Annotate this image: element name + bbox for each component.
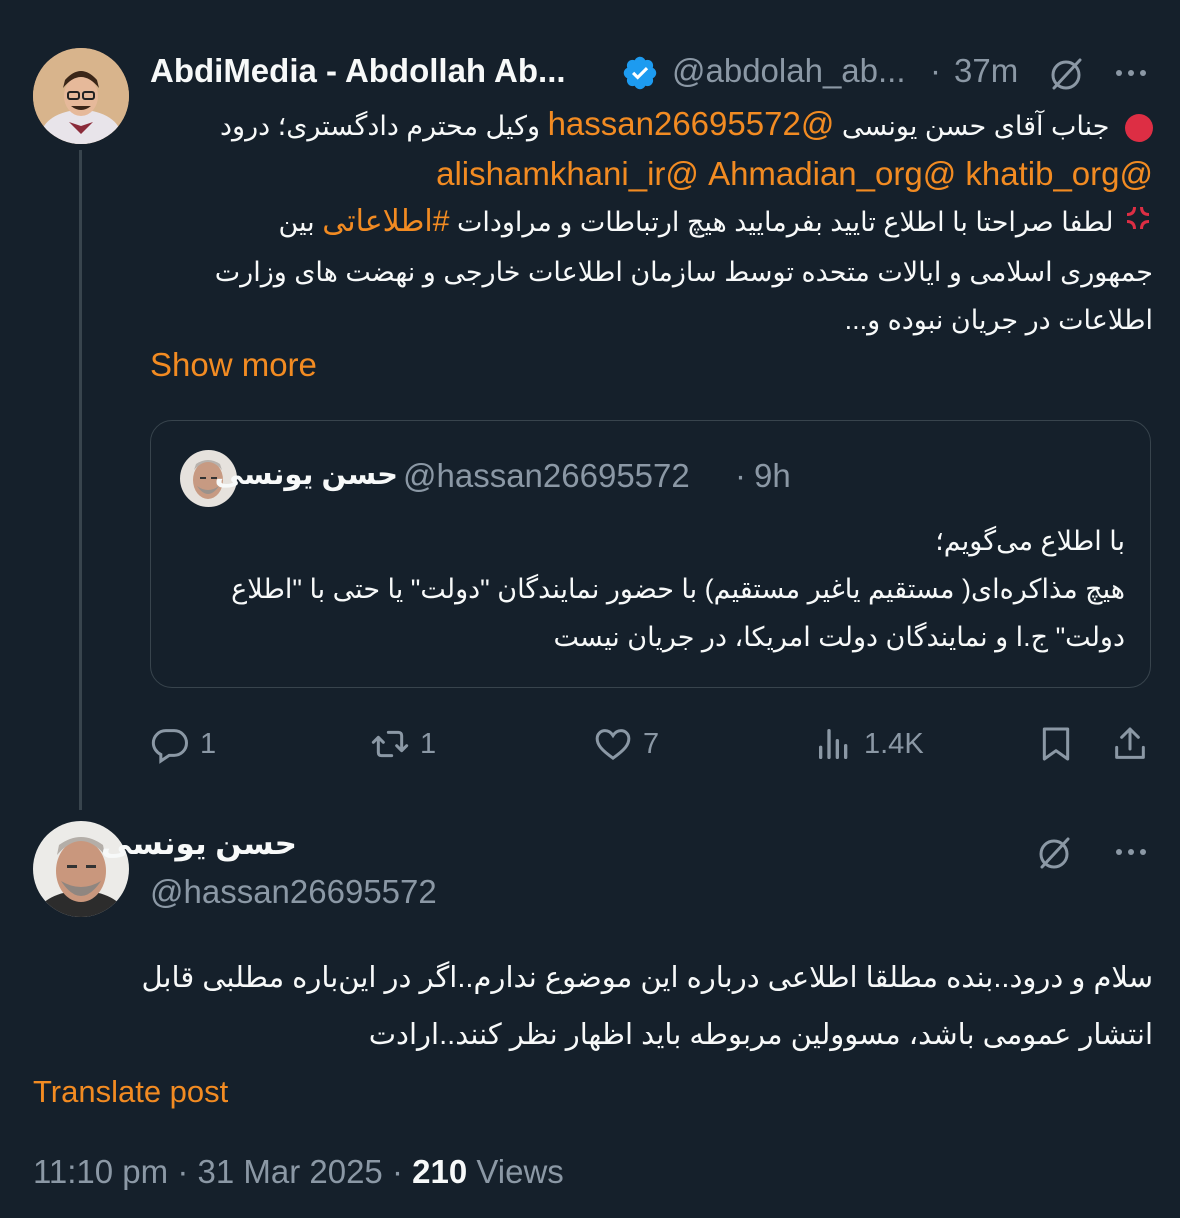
reply-count: 1	[200, 727, 217, 760]
views-label: Views	[476, 1153, 564, 1190]
separator-dot: ·	[735, 457, 746, 494]
views-button[interactable]: 1.4K	[814, 724, 924, 764]
views-count: 1.4K	[864, 727, 924, 760]
body-text-segment: بین	[278, 207, 315, 237]
hashtag-link[interactable]: #اطلاعاتی	[322, 205, 449, 238]
analytics-icon	[819, 729, 848, 759]
bookmark-button[interactable]	[1036, 724, 1076, 764]
mention-link[interactable]: @khatib_org	[965, 155, 1153, 192]
separator-dot: ·	[391, 1153, 403, 1190]
quoted-time: 9h	[754, 457, 791, 494]
anger-symbol-icon	[1123, 200, 1153, 248]
red-circle-icon	[1125, 113, 1153, 142]
bookmark-icon	[1042, 727, 1070, 761]
repost-icon	[371, 730, 409, 758]
quoted-line-3: دولت" ج.ا و نمایندگان دولت امریکا، در جر…	[553, 622, 1125, 652]
body-line-4: جمهوری اسلامی و ایالات متحده توسط سازمان…	[214, 256, 1153, 287]
more-icon[interactable]	[1111, 837, 1151, 867]
quoted-line-1: با اطلاع می‌گویم؛	[935, 526, 1125, 556]
body-line-3: لطفا صراحتا با اطلاع تایید بفرمایید هیچ …	[150, 198, 1153, 248]
quoted-tweet-card[interactable]: حسن یونسی @hassan26695572 · 9h با اطلاع …	[150, 420, 1151, 688]
repost-count: 1	[420, 727, 437, 760]
share-button[interactable]	[1110, 724, 1150, 764]
heart-icon	[595, 729, 631, 761]
translate-post-link[interactable]: Translate post	[33, 1074, 228, 1110]
quoted-body: با اطلاع می‌گویم؛ هیچ مذاکره‌ای( مستقیم …	[179, 517, 1125, 661]
body-line-5: اطلاعات در جریان نبوده و...	[844, 304, 1153, 335]
reply-button[interactable]: 1	[150, 724, 216, 764]
tweet-date[interactable]: 31 Mar 2025	[198, 1153, 383, 1190]
tweet-meta: 11:10 pm · 31 Mar 2025 · 210 Views	[33, 1153, 564, 1191]
share-icon	[1115, 727, 1145, 759]
author-name[interactable]: AbdiMedia - Abdollah Ab...	[150, 52, 566, 90]
mentions-line: @khatib_org @Ahmadian_org @alishamkhani_…	[150, 150, 1153, 198]
author-handle[interactable]: @hassan26695572	[150, 873, 437, 911]
body-line-1: سلام و درود..بنده مطلقا اطلاعی درباره ای…	[141, 962, 1153, 994]
separator-dot: ·	[177, 1153, 189, 1190]
body-line-2: انتشار عمومی باشد، مسوولین مربوطه باید ا…	[368, 1019, 1153, 1051]
tweet-body: جناب آقای حسن یونسی @hassan26695572 وکیل…	[150, 100, 1153, 344]
tweet-time[interactable]: 11:10 pm	[33, 1153, 168, 1190]
repost-button[interactable]: 1	[370, 724, 436, 764]
reply-icon	[151, 729, 189, 764]
body-text-segment: وکیل محترم دادگستری؛ درود	[220, 111, 541, 141]
like-count: 7	[643, 727, 660, 760]
mention-link[interactable]: @hassan26695572	[548, 105, 835, 142]
body-text-segment: جناب آقای حسن یونسی	[841, 111, 1110, 141]
mention-link[interactable]: @Ahmadian_org	[708, 155, 956, 192]
avatar[interactable]	[33, 48, 129, 144]
author-name[interactable]: حسن یونسی	[101, 826, 297, 862]
verified-badge-icon	[621, 54, 659, 92]
tweet-time[interactable]: 37m	[954, 52, 1018, 90]
more-icon[interactable]	[1111, 58, 1151, 88]
quoted-line-2: هیچ مذاکره‌ای( مستقیم یاغیر مستقیم) با ح…	[231, 574, 1125, 604]
show-more-link[interactable]: Show more	[150, 346, 317, 384]
like-button[interactable]: 7	[593, 724, 659, 764]
author-handle[interactable]: @abdolah_ab...	[672, 52, 906, 90]
thread-connector-line	[79, 150, 82, 810]
quoted-author-name: حسن یونسی	[214, 459, 398, 491]
separator-dot: ·	[930, 52, 941, 89]
tweet-body: سلام و درود..بنده مطلقا اطلاعی درباره ای…	[33, 950, 1153, 1064]
views-count: 210	[412, 1153, 468, 1190]
body-line-1: جناب آقای حسن یونسی @hassan26695572 وکیل…	[150, 100, 1153, 150]
grok-icon[interactable]	[1034, 833, 1074, 873]
quoted-handle: @hassan26695572	[403, 457, 690, 494]
mention-link[interactable]: @alishamkhani_ir	[436, 155, 699, 192]
body-text-segment: لطفا صراحتا با اطلاع تایید بفرمایید هیچ …	[456, 207, 1114, 237]
grok-icon[interactable]	[1046, 54, 1086, 94]
